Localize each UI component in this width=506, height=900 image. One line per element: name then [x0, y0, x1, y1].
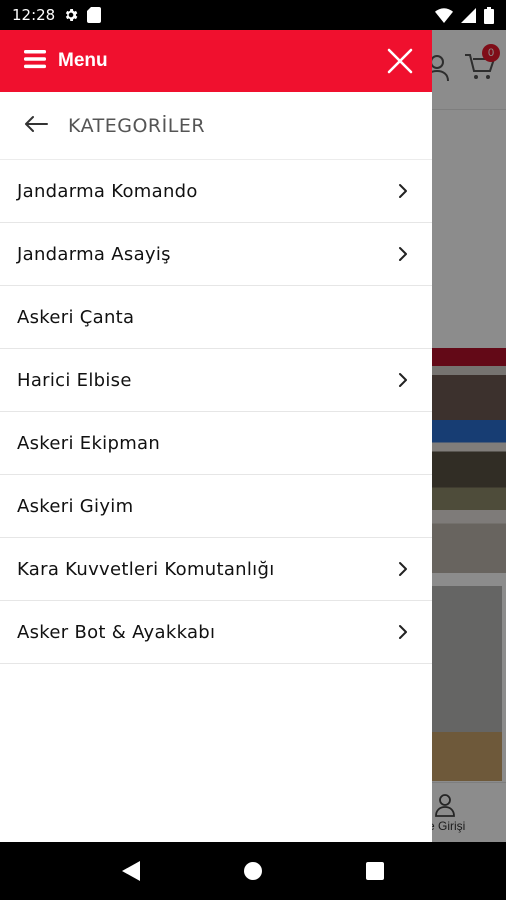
drawer-header: Menu [0, 30, 432, 92]
battery-icon [484, 6, 494, 24]
close-icon[interactable] [386, 47, 414, 75]
category-label: Askeri Giyim [17, 495, 134, 517]
category-label: Jandarma Asayiş [17, 243, 171, 265]
category-list: Jandarma Komando Jandarma Asayiş Askeri … [0, 160, 432, 664]
categories-header: KATEGORİLER [0, 92, 432, 160]
system-nav-bar [0, 842, 506, 900]
category-label: Askeri Ekipman [17, 432, 161, 454]
home-icon[interactable] [243, 861, 263, 881]
sd-card-icon [87, 7, 102, 23]
navigation-drawer: Menu KATEGORİLER Jandarma Komando Jandar… [0, 30, 432, 842]
chevron-right-icon [398, 372, 408, 388]
category-item[interactable]: Harici Elbise [0, 349, 432, 412]
chevron-right-icon [398, 246, 408, 262]
signal-icon [461, 7, 476, 23]
hamburger-menu-icon [24, 49, 46, 73]
wifi-icon [435, 7, 453, 23]
recents-icon[interactable] [366, 862, 385, 880]
category-item[interactable]: Jandarma Komando [0, 160, 432, 223]
category-label: Asker Bot & Ayakkabı [17, 621, 216, 643]
category-item[interactable]: Askeri Giyim [0, 475, 432, 538]
category-label: Harici Elbise [17, 369, 132, 391]
back-icon[interactable] [121, 861, 140, 881]
category-label: Askeri Çanta [17, 306, 135, 328]
status-time: 12:28 [12, 6, 56, 24]
category-item[interactable]: Kara Kuvvetleri Komutanlığı [0, 538, 432, 601]
category-item[interactable]: Askeri Çanta [0, 286, 432, 349]
chevron-right-icon [398, 561, 408, 577]
category-label: Jandarma Komando [17, 180, 198, 202]
category-item[interactable]: Jandarma Asayiş [0, 223, 432, 286]
category-item[interactable]: Askeri Ekipman [0, 412, 432, 475]
app-area: 0 e Girişi Menu KATEGORİLER Jandarma Kom… [0, 30, 506, 842]
section-title: KATEGORİLER [68, 114, 206, 137]
drawer-title: Menu [58, 50, 108, 71]
category-label: Kara Kuvvetleri Komutanlığı [17, 558, 275, 580]
gear-icon [63, 7, 79, 23]
chevron-right-icon [398, 183, 408, 199]
category-item[interactable]: Asker Bot & Ayakkabı [0, 601, 432, 664]
back-arrow-icon[interactable] [24, 115, 48, 137]
status-bar: 12:28 [0, 0, 506, 30]
chevron-right-icon [398, 624, 408, 640]
